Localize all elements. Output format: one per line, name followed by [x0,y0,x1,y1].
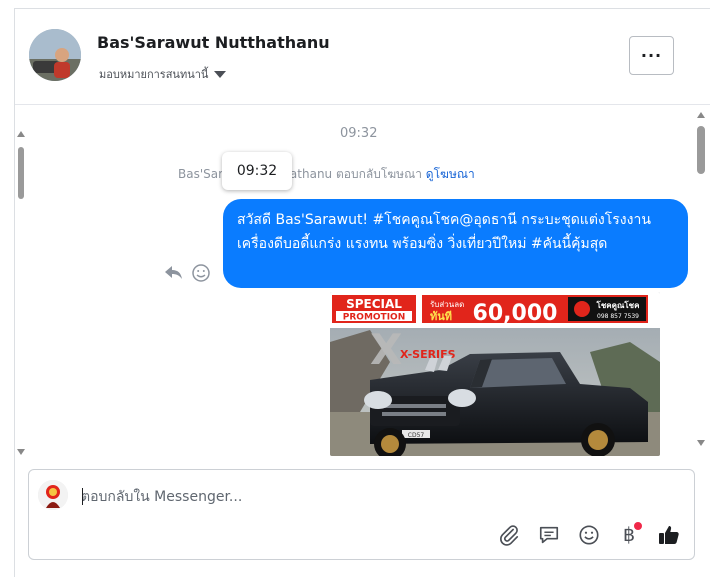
discount-label-2: ทันที [430,310,452,323]
promo-badge-line1: SPECIAL [346,297,402,311]
scroll-up-arrow-icon[interactable] [17,131,25,137]
reply-note-text: Bas'Sarawut Nutthathanu ตอบกลับโฆษณา [178,167,422,181]
promo-badge-line2: PROMOTION [343,313,405,323]
message-actions [164,264,210,282]
more-options-button[interactable]: ··· [629,36,674,75]
baht-icon[interactable]: ฿ [616,522,642,548]
time-tooltip: 09:32 [222,152,292,190]
scroll-up-arrow-icon[interactable] [697,112,705,118]
reply-icon[interactable] [164,264,184,282]
emoji-icon[interactable] [576,522,602,548]
message-bubble[interactable]: สวัสดี Bas'Sarawut! #โชคคูณโชค@อุดธานี ก… [223,199,688,288]
reply-input[interactable] [81,486,641,508]
dealer-name: โชคคูณโชค [596,300,640,311]
svg-text:X: X [370,325,402,374]
scroll-down-arrow-icon[interactable] [697,440,705,446]
page-avatar [38,480,68,510]
view-ad-link[interactable]: ดูโฆษณา [426,167,475,181]
left-scrollbar[interactable] [15,129,27,459]
scroll-down-arrow-icon[interactable] [17,449,25,455]
composer-tools: ฿ [496,522,682,548]
caret-down-icon [214,71,227,78]
discount-amount: 60,000 [473,301,558,326]
contact-avatar[interactable] [29,29,81,81]
react-emoji-icon[interactable] [192,264,210,282]
text-caret [82,488,83,505]
notification-dot [634,522,642,530]
more-icon: ··· [640,46,663,65]
ad-image[interactable]: SPECIAL PROMOTION รับส่วนลด ทันที 60,000… [330,292,660,456]
contact-name[interactable]: Bas'Sarawut Nutthathanu [97,33,330,52]
assign-label: มอบหมายการสนทนานี้ [99,68,209,81]
thumbs-up-icon[interactable] [656,522,682,548]
conversation-header: Bas'Sarawut Nutthathanu มอบหมายการสนทนาน… [15,9,710,105]
dealer-phone: 098 857 7539 [597,313,639,320]
message-composer: ฿ [28,469,695,560]
message-timestamp: 09:32 [340,126,378,141]
discount-label-1: รับส่วนลด [430,300,464,309]
paperclip-icon[interactable] [496,522,522,548]
assign-conversation-dropdown[interactable]: มอบหมายการสนทนานี้ [99,65,227,83]
chat-bubble-icon[interactable] [536,522,562,548]
plate-text: CD57 [408,432,425,439]
scroll-thumb[interactable] [697,126,705,174]
scroll-thumb[interactable] [18,147,24,199]
messages-scrollbar[interactable] [694,108,708,453]
